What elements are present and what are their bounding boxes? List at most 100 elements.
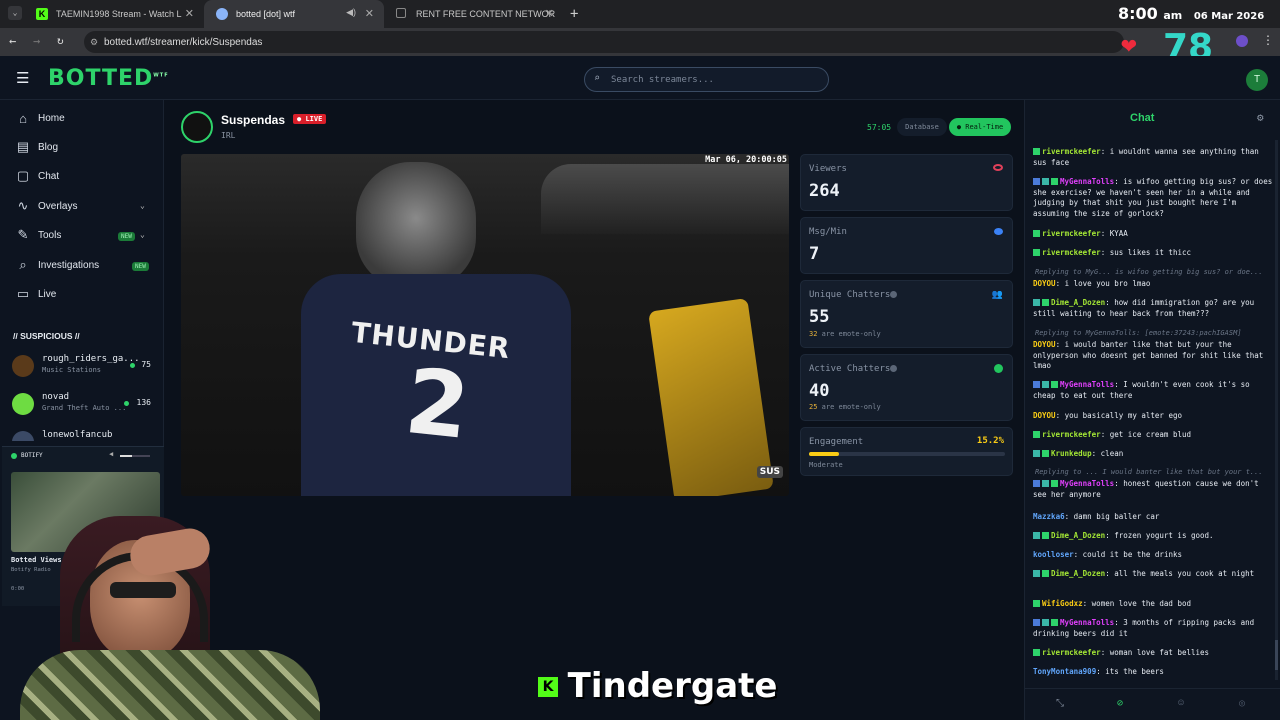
- kick-favicon-icon: K: [36, 8, 48, 20]
- url-text: botted.wtf/streamer/kick/Suspendas: [104, 36, 263, 48]
- eye-icon: [993, 164, 1003, 171]
- sword-badge-icon: [1033, 619, 1040, 626]
- nav-blog[interactable]: ▤ Blog: [14, 137, 58, 157]
- chat-username: DOYOU: [1033, 340, 1056, 349]
- live-dot: [130, 363, 135, 368]
- chat-username: DOYOU: [1033, 411, 1056, 420]
- settings-icon[interactable]: ◎: [1239, 698, 1245, 709]
- emote-icon[interactable]: ☺: [1178, 698, 1184, 709]
- streamer-name: lonewolfancub: [42, 430, 113, 440]
- stat-card-viewers: Viewers 264: [800, 154, 1013, 211]
- chat-message: DOYOU: i love you bro lmao: [1033, 279, 1151, 288]
- suspicious-streamer-item[interactable]: rough_riders_ga... Music Stations 75: [12, 351, 157, 381]
- video-player[interactable]: THUNDER 2 Mar 06, 20:00:05 SUS: [181, 154, 789, 496]
- volume-icon[interactable]: ◀: [109, 450, 113, 458]
- forward-icon[interactable]: →: [33, 34, 40, 48]
- nav-chat[interactable]: ▢ Chat: [14, 166, 59, 186]
- sword-badge-icon: [1033, 480, 1040, 487]
- tab-search-chevron-icon[interactable]: ⌄: [8, 6, 22, 20]
- close-tab-icon[interactable]: ✕: [185, 7, 194, 20]
- chat-scrollbar[interactable]: [1275, 140, 1278, 680]
- nav-live[interactable]: ▭ Live: [14, 284, 57, 304]
- close-tab-icon[interactable]: ✕: [545, 7, 554, 20]
- user-initial: T: [1253, 74, 1261, 85]
- new-tab-icon[interactable]: +: [570, 6, 578, 22]
- streamer-name: Suspendas: [221, 113, 286, 127]
- suspicious-streamer-item[interactable]: novad Grand Theft Auto ... 136: [12, 389, 157, 419]
- reload-icon[interactable]: ↻: [57, 34, 64, 47]
- collapse-icon[interactable]: ⤡: [1056, 698, 1064, 709]
- chat-username: Mazzka6: [1033, 512, 1065, 521]
- chat-scroll-area[interactable]: rivermckeefer: i wouldnt wanna see anyth…: [1025, 132, 1280, 682]
- bot-filter-icon[interactable]: ⊘: [1117, 698, 1123, 709]
- live-badge: ● LIVE: [293, 114, 327, 124]
- sword-badge-icon: [1033, 381, 1040, 388]
- suspicious-streamer-item[interactable]: lonewolfancub: [12, 427, 157, 441]
- stat-card-unique-chatters: Unique Chatters 55 32 are emote-only 👥: [800, 280, 1013, 348]
- nav-tools[interactable]: ✎ Tools: [14, 225, 62, 245]
- sub-badge-icon: [1033, 570, 1040, 577]
- chat-message: Mazzka6: damn big baller car: [1033, 512, 1160, 521]
- chat-username: Dime_A_Dozen: [1051, 298, 1106, 307]
- message-icon: [994, 228, 1003, 235]
- emote-only-label: are emote-only: [821, 403, 881, 411]
- chat-settings-gear-icon[interactable]: ⚙: [1257, 111, 1264, 124]
- speaker-icon[interactable]: ◀): [346, 7, 356, 18]
- toggle-realtime[interactable]: ● Real-Time: [949, 118, 1011, 136]
- player-logo-icon: [11, 453, 17, 459]
- info-icon[interactable]: [890, 291, 897, 298]
- chat-text: KYAA: [1109, 229, 1128, 238]
- chat-username: MyGennaTolls: [1060, 479, 1115, 488]
- browser-tab-rentfree[interactable]: RENT FREE CONTENT NETWOR ✕: [384, 0, 564, 28]
- page-favicon-icon: [396, 8, 406, 18]
- extension-icon[interactable]: [1236, 35, 1248, 47]
- stream-clock: 8:00 am 06 Mar 2026: [1118, 4, 1264, 23]
- nav-home[interactable]: ⌂ Home: [14, 108, 65, 128]
- hamburger-menu-icon[interactable]: ☰: [16, 69, 29, 87]
- sub-badge-icon: [1042, 480, 1049, 487]
- chat-message: rivermckeefer: get ice cream blud: [1033, 430, 1273, 441]
- browser-tab-taemin[interactable]: K TAEMIN1998 Stream - Watch L ✕: [24, 0, 204, 28]
- browser-menu-icon[interactable]: ⋮: [1262, 33, 1274, 47]
- volume-slider[interactable]: [120, 455, 150, 457]
- site-info-icon[interactable]: ⚙: [90, 37, 98, 48]
- tab-title: TAEMIN1998 Stream - Watch L: [56, 9, 182, 19]
- chat-username: rivermckeefer: [1042, 648, 1101, 657]
- emote-only-label: are emote-only: [821, 330, 881, 338]
- chat-username: rivermckeefer: [1042, 430, 1101, 439]
- avatar: [12, 355, 34, 377]
- chat-text: could it be the drinks: [1082, 550, 1183, 559]
- logo-sup: WTF: [153, 72, 169, 79]
- streamer-avatar[interactable]: [181, 111, 213, 143]
- viewer-count: 136: [136, 398, 151, 407]
- info-icon[interactable]: [890, 365, 897, 372]
- engagement-value: 15.2%: [976, 436, 1004, 446]
- nav-overlays[interactable]: ∿ Overlays: [14, 196, 78, 216]
- stream-timer: 57:05: [867, 123, 892, 132]
- chat-text: its the beers: [1105, 667, 1164, 676]
- user-avatar[interactable]: T: [1246, 69, 1268, 91]
- search-input[interactable]: ⌕ Search streamers...: [584, 67, 829, 92]
- live-dot: [124, 401, 129, 406]
- overlays-chevron-icon[interactable]: ⌄: [140, 201, 145, 210]
- url-field[interactable]: ⚙ botted.wtf/streamer/kick/Suspendas: [84, 31, 1124, 53]
- back-icon[interactable]: ←: [9, 34, 16, 48]
- address-bar: ← → ↻ ⚙ botted.wtf/streamer/kick/Suspend…: [0, 28, 1280, 56]
- stat-card-msg-min: Msg/Min 7: [800, 217, 1013, 274]
- avatar: [12, 431, 34, 441]
- sub-badge-icon: [1033, 299, 1040, 306]
- close-tab-icon[interactable]: ✕: [365, 7, 374, 20]
- chat-username: Krunkedup: [1051, 449, 1092, 458]
- browser-tab-botted[interactable]: botted [dot] wtf ◀) ✕: [204, 0, 384, 28]
- chat-username: MyGennaTolls: [1060, 177, 1115, 186]
- reply-context: Replying to ... I would banter like that…: [1035, 468, 1263, 476]
- tools-chevron-icon[interactable]: ⌄: [140, 230, 145, 239]
- chat-username: Dime_A_Dozen: [1051, 569, 1106, 578]
- stat-value: 40: [809, 381, 830, 401]
- wrench-icon: ✎: [17, 227, 29, 242]
- new-badge: NEW: [118, 232, 135, 241]
- toggle-database[interactable]: Database: [897, 118, 947, 136]
- nav-investigations[interactable]: ⌕ Investigations: [14, 255, 99, 275]
- nav-label: Tools: [38, 229, 62, 241]
- botted-logo[interactable]: BOTTEDWTF: [48, 66, 169, 91]
